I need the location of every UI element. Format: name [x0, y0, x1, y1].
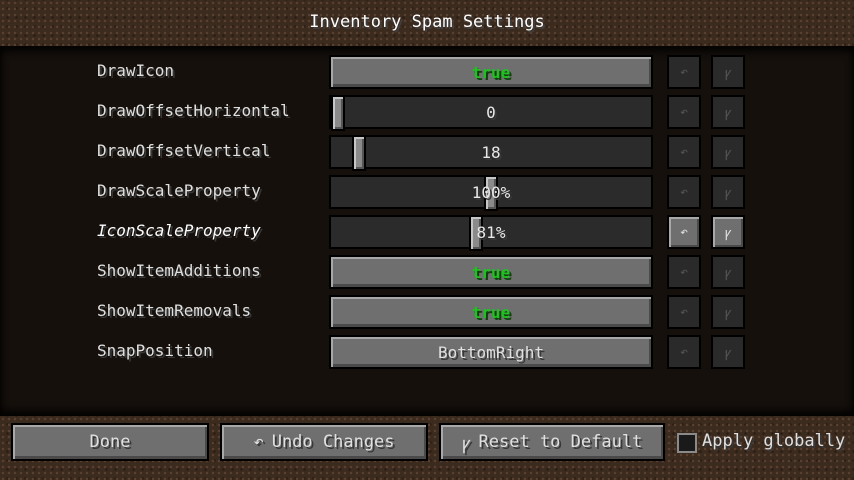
done-button[interactable]: Done	[11, 423, 209, 461]
broom-icon: ꝩ	[724, 146, 732, 161]
snapposition-reset-button[interactable]: ꝩ	[711, 335, 745, 369]
drawicon-reset-button[interactable]: ꝩ	[711, 55, 745, 89]
showitemremovals-toggle-button[interactable]: true	[329, 295, 653, 329]
slider-value: 100%	[471, 182, 511, 202]
drawicon-toggle-button[interactable]: true	[329, 55, 653, 89]
slider-value: 18	[481, 142, 501, 162]
snapposition-undo-button[interactable]: ↶	[667, 335, 701, 369]
slider-value: 81%	[476, 222, 506, 242]
drawscaleproperty-undo-button[interactable]: ↶	[667, 175, 701, 209]
drawoffsetvertical-undo-button[interactable]: ↶	[667, 135, 701, 169]
broom-icon: ꝩ	[724, 266, 732, 281]
undo-arrow-icon: ↶	[680, 224, 688, 240]
slider-knob[interactable]	[352, 135, 366, 171]
setting-label-drawscaleproperty: DrawScaleProperty	[97, 181, 261, 200]
undo-arrow-icon: ↶	[680, 184, 688, 200]
drawoffsethorizontal-reset-button[interactable]: ꝩ	[711, 95, 745, 129]
setting-label-showitemremovals: ShowItemRemovals	[97, 301, 252, 320]
broom-icon: ꝩ	[461, 433, 471, 454]
setting-label-showitemadditions: ShowItemAdditions	[97, 261, 261, 280]
undo-changes-button[interactable]: ↶ Undo Changes	[220, 423, 428, 461]
done-label: Done	[89, 432, 131, 452]
undo-arrow-icon: ↶	[680, 64, 688, 80]
showitemadditions-reset-button[interactable]: ꝩ	[711, 255, 745, 289]
setting-label-drawoffsetvertical: DrawOffsetVertical	[97, 141, 271, 160]
iconscaleproperty-reset-button[interactable]: ꝩ	[711, 215, 745, 249]
iconscaleproperty-undo-button[interactable]: ↶	[667, 215, 701, 249]
setting-label-drawicon: DrawIcon	[97, 61, 175, 80]
undo-arrow-icon: ↶	[253, 432, 264, 452]
broom-icon: ꝩ	[724, 66, 732, 81]
showitemadditions-toggle-button[interactable]: true	[329, 255, 653, 289]
undo-arrow-icon: ↶	[680, 344, 688, 360]
drawscaleproperty-slider[interactable]: 100%	[329, 175, 653, 211]
apply-globally-checkbox[interactable]	[677, 433, 697, 453]
undo-arrow-icon: ↶	[680, 144, 688, 160]
drawoffsethorizontal-undo-button[interactable]: ↶	[667, 95, 701, 129]
undo-arrow-icon: ↶	[680, 264, 688, 280]
setting-label-iconscaleproperty: IconScaleProperty	[97, 221, 261, 240]
undo-arrow-icon: ↶	[680, 304, 688, 320]
broom-icon: ꝩ	[724, 226, 732, 241]
setting-label-snapposition: SnapPosition	[97, 341, 213, 360]
reset-to-default-label: Reset to Default	[478, 432, 643, 452]
showitemremovals-undo-button[interactable]: ↶	[667, 295, 701, 329]
drawscaleproperty-reset-button[interactable]: ꝩ	[711, 175, 745, 209]
showitemadditions-undo-button[interactable]: ↶	[667, 255, 701, 289]
broom-icon: ꝩ	[724, 346, 732, 361]
drawoffsetvertical-reset-button[interactable]: ꝩ	[711, 135, 745, 169]
drawoffsetvertical-slider[interactable]: 18	[329, 135, 653, 171]
drawoffsethorizontal-slider[interactable]: 0	[329, 95, 653, 131]
slider-value: 0	[486, 102, 496, 122]
snapposition-cycle-button[interactable]: BottomRight	[329, 335, 653, 369]
apply-globally-label: Apply globally	[702, 431, 846, 451]
broom-icon: ꝩ	[724, 306, 732, 321]
setting-label-drawoffsethorizontal: DrawOffsetHorizontal	[97, 101, 290, 120]
drawicon-undo-button[interactable]: ↶	[667, 55, 701, 89]
showitemremovals-reset-button[interactable]: ꝩ	[711, 295, 745, 329]
slider-knob[interactable]	[331, 95, 345, 131]
undo-arrow-icon: ↶	[680, 104, 688, 120]
reset-to-default-button[interactable]: ꝩ Reset to Default	[439, 423, 665, 461]
iconscaleproperty-slider[interactable]: 81%	[329, 215, 653, 251]
undo-changes-label: Undo Changes	[271, 432, 395, 452]
broom-icon: ꝩ	[724, 106, 732, 121]
broom-icon: ꝩ	[724, 186, 732, 201]
page-title: Inventory Spam Settings	[309, 12, 545, 32]
